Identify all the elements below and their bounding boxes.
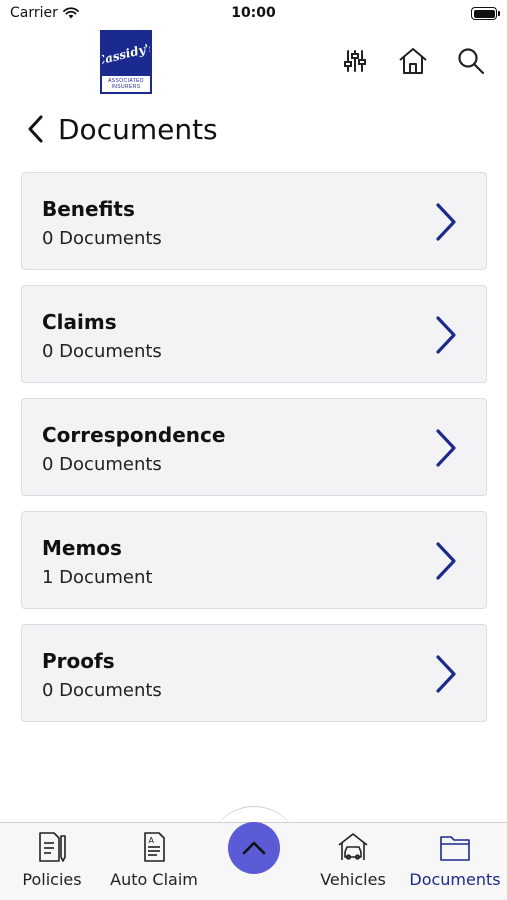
category-card-benefits[interactable]: Benefits 0 Documents — [21, 172, 487, 270]
tab-label: Documents — [409, 870, 501, 889]
vehicles-icon — [338, 833, 368, 860]
tab-label: Policies — [22, 870, 82, 889]
category-card-proofs[interactable]: Proofs 0 Documents — [21, 624, 487, 722]
category-count: 0 Documents — [42, 454, 162, 475]
home-button[interactable] — [398, 46, 428, 76]
back-button[interactable] — [20, 109, 50, 149]
chevron-right-icon — [436, 203, 456, 241]
category-count: 0 Documents — [42, 341, 162, 362]
documents-icon — [440, 836, 470, 861]
chevron-right-icon — [436, 542, 456, 580]
category-count: 0 Documents — [42, 680, 162, 701]
category-title: Proofs — [42, 649, 115, 673]
tab-auto-claim[interactable]: A Auto Claim — [104, 823, 204, 900]
search-button[interactable] — [456, 46, 486, 76]
policies-icon — [39, 832, 66, 862]
page-title-row: Documents — [0, 105, 507, 153]
logo-line2: INSURERS — [111, 84, 141, 90]
status-bar: Carrier 10:00 — [0, 0, 507, 28]
home-icon — [399, 48, 427, 74]
tab-policies[interactable]: Policies — [2, 823, 102, 900]
page-title: Documents — [58, 112, 218, 146]
chevron-up-icon — [242, 841, 266, 855]
filter-button[interactable] — [340, 46, 370, 76]
tab-label: Vehicles — [320, 870, 386, 889]
chevron-right-icon — [436, 316, 456, 354]
tab-label: Auto Claim — [110, 870, 198, 889]
document-category-list: Benefits 0 Documents Claims 0 Documents … — [21, 172, 487, 737]
logo-script: Cassidy's — [100, 39, 152, 69]
category-title: Claims — [42, 310, 117, 334]
battery-icon — [471, 7, 500, 20]
auto-claim-icon: A — [144, 832, 165, 862]
tab-vehicles[interactable]: Vehicles — [303, 823, 403, 900]
tab-documents[interactable]: Documents — [405, 823, 505, 900]
category-title: Correspondence — [42, 423, 226, 447]
category-title: Benefits — [42, 197, 135, 221]
chevron-left-icon — [28, 115, 43, 143]
company-logo[interactable]: Cassidy's ASSOCIATED INSURERS — [100, 30, 152, 94]
filter-sliders-icon — [344, 50, 366, 72]
category-count: 1 Document — [42, 567, 153, 588]
status-time: 10:00 — [231, 5, 276, 21]
chevron-right-icon — [436, 429, 456, 467]
expand-menu-button[interactable] — [228, 822, 280, 874]
category-card-claims[interactable]: Claims 0 Documents — [21, 285, 487, 383]
category-title: Memos — [42, 536, 122, 560]
app-header: Cassidy's ASSOCIATED INSURERS — [0, 28, 507, 98]
category-card-memos[interactable]: Memos 1 Document — [21, 511, 487, 609]
category-count: 0 Documents — [42, 228, 162, 249]
category-card-correspondence[interactable]: Correspondence 0 Documents — [21, 398, 487, 496]
search-icon — [458, 48, 485, 75]
svg-text:A: A — [149, 836, 155, 845]
chevron-right-icon — [436, 655, 456, 693]
